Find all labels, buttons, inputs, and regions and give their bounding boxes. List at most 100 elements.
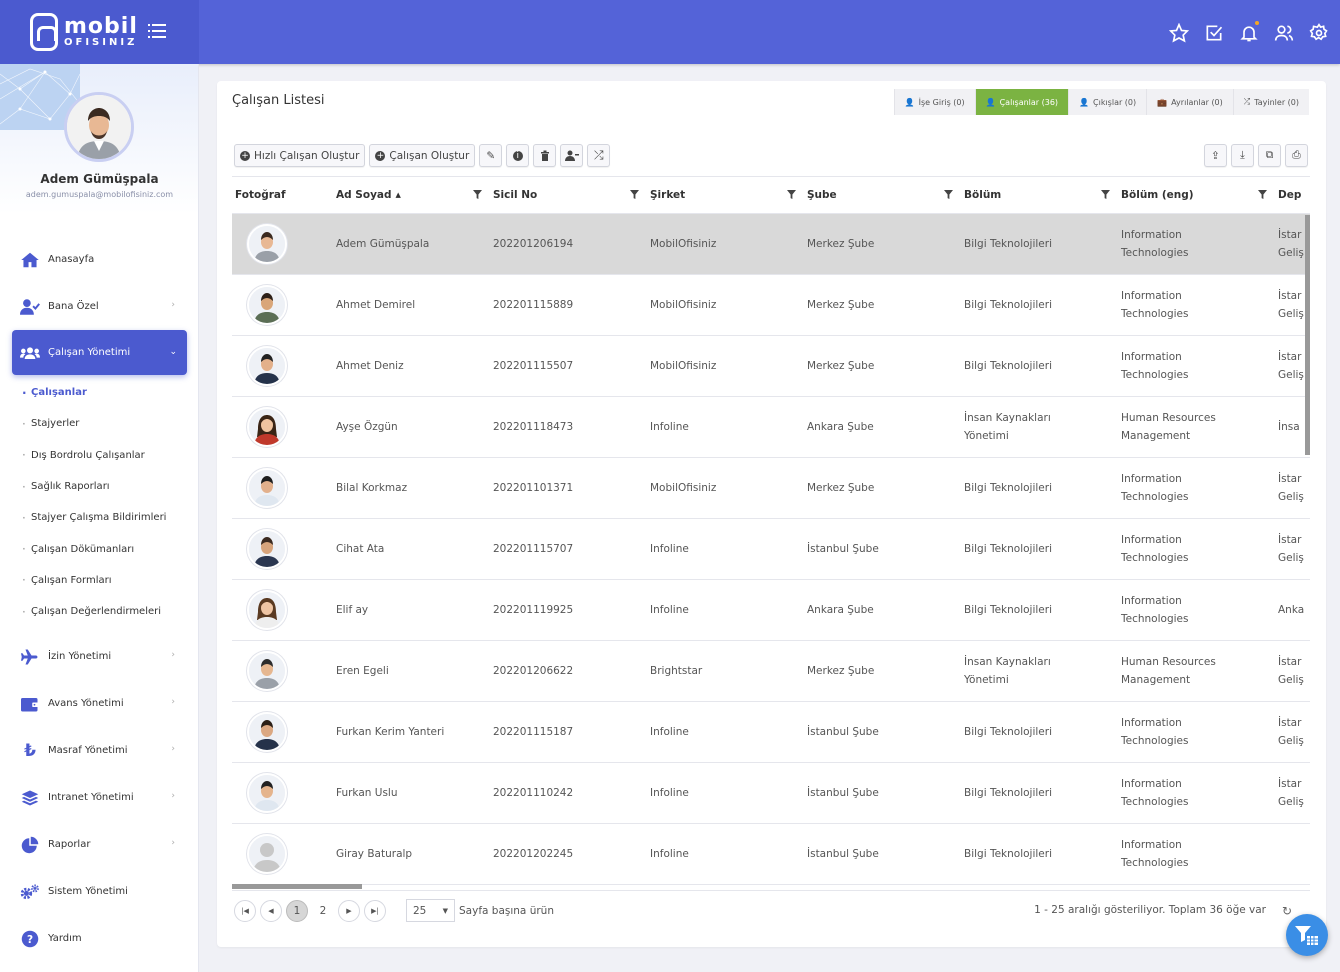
filter-icon[interactable] bbox=[473, 190, 482, 199]
first-page-button[interactable]: |◀ bbox=[234, 899, 256, 922]
filter-icon[interactable] bbox=[944, 190, 953, 199]
create-button[interactable]: + Çalışan Oluştur bbox=[369, 144, 476, 167]
horizontal-scrollbar[interactable] bbox=[232, 884, 362, 889]
edit-button[interactable]: ✎ bbox=[479, 144, 503, 167]
sidebar-item-calisan-yonetimi[interactable]: Çalışan Yönetimi ⌄ bbox=[12, 330, 187, 375]
info-button[interactable]: i bbox=[506, 144, 530, 167]
sidebar-menu: Anasayfa Bana Özel › Çalışan Yönetimi ⌄ … bbox=[0, 236, 199, 962]
sidebar-item-masraf-yonetimi[interactable]: ₺ Masraf Yönetimi › bbox=[0, 727, 199, 774]
chevron-right-icon: › bbox=[171, 300, 175, 310]
column-header[interactable]: Sicil No bbox=[490, 177, 647, 213]
print-icon: ⎙ bbox=[1292, 149, 1301, 161]
submenu-item-dokumanlar[interactable]: Çalışan Dökümanları bbox=[22, 533, 199, 564]
sidebar-item-bana-ozel[interactable]: Bana Özel › bbox=[0, 283, 199, 330]
column-header[interactable]: Fotoğraf bbox=[232, 177, 333, 213]
sidebar-item-raporlar[interactable]: Raporlar › bbox=[0, 821, 199, 868]
column-header[interactable]: Bölüm bbox=[961, 177, 1118, 213]
column-header[interactable]: Şirket bbox=[647, 177, 804, 213]
copy-button[interactable]: ⧉ bbox=[1258, 144, 1281, 167]
vertical-scrollbar[interactable] bbox=[1305, 215, 1310, 455]
column-header[interactable]: Şube bbox=[804, 177, 961, 213]
download-button[interactable]: ⤓ bbox=[1231, 144, 1254, 167]
tab-cikislar[interactable]: 👤 Çıkışlar (0) bbox=[1068, 89, 1147, 115]
sidebar-item-sistem-yonetimi[interactable]: Sistem Yönetimi bbox=[0, 868, 199, 915]
refresh-icon[interactable]: ↻ bbox=[1282, 904, 1296, 918]
submenu-item-calisanlar[interactable]: Çalışanlar bbox=[22, 377, 199, 408]
avatar[interactable] bbox=[64, 92, 134, 162]
table-row[interactable]: Elif ay 202201119925 Infoline Ankara Şube Bi… bbox=[232, 580, 1310, 641]
cell-name: Bilal Korkmaz bbox=[336, 482, 408, 494]
page-title: Çalışan Listesi bbox=[232, 93, 325, 108]
tab-ise-giris[interactable]: 👤 İşe Giriş (0) bbox=[893, 89, 975, 115]
quick-create-button[interactable]: + Hızlı Çalışan Oluştur bbox=[234, 144, 366, 167]
page-1[interactable]: 1 bbox=[286, 899, 308, 922]
filter-icon[interactable] bbox=[630, 190, 639, 199]
tab-calisanlar[interactable]: 👤 Çalışanlar (36) bbox=[974, 89, 1069, 115]
cell-bolum: Bilgi Teknolojileri bbox=[964, 299, 1052, 311]
sidebar-item-yardim[interactable]: ? Yardım bbox=[0, 915, 199, 962]
submenu-item-stajyerler[interactable]: Stajyerler bbox=[22, 408, 199, 439]
table-row[interactable]: Eren Egeli 202201206622 Brightstar Merkez Ş… bbox=[232, 641, 1310, 702]
submenu-item-degerlendirmeler[interactable]: Çalışan Değerlendirmeleri bbox=[22, 596, 199, 627]
column-header[interactable]: Ad Soyad ▲ bbox=[333, 177, 490, 213]
cell-dep: İstar Geliş bbox=[1278, 351, 1304, 381]
filter-fab-button[interactable] bbox=[1286, 914, 1328, 956]
employee-photo bbox=[247, 529, 287, 569]
table-row[interactable]: Ahmet Demirel 202201115889 MobilOfisiniz Me… bbox=[232, 275, 1310, 336]
column-header[interactable]: Bölüm (eng) bbox=[1118, 177, 1275, 213]
tab-ayrilanlar[interactable]: 💼 Ayrılanlar (0) bbox=[1146, 89, 1233, 115]
table-row[interactable]: Adem Gümüşpala 202201206194 MobilOfisiniz M… bbox=[232, 214, 1310, 275]
print-button[interactable]: ⎙ bbox=[1285, 144, 1308, 167]
cell-sirket: Infoline bbox=[650, 848, 689, 860]
check-square-icon[interactable] bbox=[1203, 22, 1225, 44]
delete-button[interactable] bbox=[533, 144, 557, 167]
bell-icon[interactable] bbox=[1238, 21, 1260, 44]
employee-photo bbox=[247, 590, 287, 630]
brand-logo[interactable]: mobil OFISINIZ bbox=[0, 0, 199, 64]
upload-button[interactable]: ⇪ bbox=[1204, 144, 1227, 167]
cell-sube: Ankara Şube bbox=[807, 604, 874, 616]
sidebar-item-avans-yonetimi[interactable]: Avans Yönetimi › bbox=[0, 680, 199, 727]
prev-page-button[interactable]: ◀ bbox=[260, 899, 282, 922]
star-icon[interactable] bbox=[1168, 22, 1190, 44]
transfer-button[interactable]: ⤮ bbox=[587, 144, 611, 167]
copy-icon: ⧉ bbox=[1265, 149, 1274, 161]
sidebar-item-izin-yonetimi[interactable]: İzin Yönetimi › bbox=[0, 633, 199, 680]
user-remove-button[interactable] bbox=[560, 144, 584, 167]
page-size-select[interactable]: 25 ▼ bbox=[406, 899, 455, 922]
submenu-item-saglik-raporlari[interactable]: Sağlık Raporları bbox=[22, 471, 199, 502]
settings-icon[interactable] bbox=[1308, 22, 1330, 44]
filter-icon[interactable] bbox=[787, 190, 796, 199]
table-row[interactable]: Bilal Korkmaz 202201101371 MobilOfisiniz Me… bbox=[232, 458, 1310, 519]
filter-icon[interactable] bbox=[1258, 190, 1267, 199]
pie-chart-icon bbox=[20, 836, 40, 854]
menu-toggle-icon[interactable] bbox=[148, 24, 166, 38]
submenu-item-formlar[interactable]: Çalışan Formları bbox=[22, 565, 199, 596]
cell-name: Adem Gümüşpala bbox=[336, 238, 430, 250]
profile-name: Adem Gümüşpala bbox=[40, 172, 159, 186]
table-row[interactable]: Furkan Uslu 202201110242 Infoline İstanbul … bbox=[232, 763, 1310, 824]
sidebar-item-intranet-yonetimi[interactable]: Intranet Yönetimi › bbox=[0, 774, 199, 821]
cell-name: Giray Baturalp bbox=[336, 848, 413, 860]
table-row[interactable]: Ahmet Deniz 202201115507 MobilOfisiniz Merk… bbox=[232, 336, 1310, 397]
filter-icon[interactable] bbox=[1101, 190, 1110, 199]
submenu-item-dis-bordrolu[interactable]: Dış Bordrolu Çalışanlar bbox=[22, 440, 199, 471]
tab-tayinler[interactable]: ⤮ Tayinler (0) bbox=[1232, 89, 1309, 115]
trash-icon bbox=[540, 150, 549, 161]
profile-email: adem.gumuspala@mobilofisiniz.com bbox=[25, 190, 174, 199]
cell-dep: Anka bbox=[1278, 604, 1305, 616]
sidebar-item-anasayfa[interactable]: Anasayfa bbox=[0, 236, 199, 283]
cell-sicil: 202201202245 bbox=[493, 848, 574, 860]
cell-sube: İstanbul Şube bbox=[807, 848, 879, 860]
table-row[interactable]: Furkan Kerim Yanteri 202201115187 Infoline… bbox=[232, 702, 1310, 763]
last-page-button[interactable]: ▶| bbox=[364, 899, 386, 922]
page-2[interactable]: 2 bbox=[312, 900, 334, 922]
table-row[interactable]: Cihat Ata 202201115707 Infoline İstanbul Şu… bbox=[232, 519, 1310, 580]
next-page-button[interactable]: ▶ bbox=[338, 899, 360, 922]
submenu-item-stajyer-bildirimleri[interactable]: Stajyer Çalışma Bildirimleri bbox=[22, 502, 199, 533]
table-row[interactable]: Ayşe Özgün 202201118473 Infoline Ankara Şub… bbox=[232, 397, 1310, 458]
cell-sirket: MobilOfisiniz bbox=[650, 238, 717, 250]
column-header[interactable]: Dep bbox=[1275, 177, 1310, 213]
users-icon[interactable] bbox=[1273, 22, 1295, 44]
table-row[interactable]: Giray Baturalp 202201202245 Infoline İstanb… bbox=[232, 824, 1310, 885]
